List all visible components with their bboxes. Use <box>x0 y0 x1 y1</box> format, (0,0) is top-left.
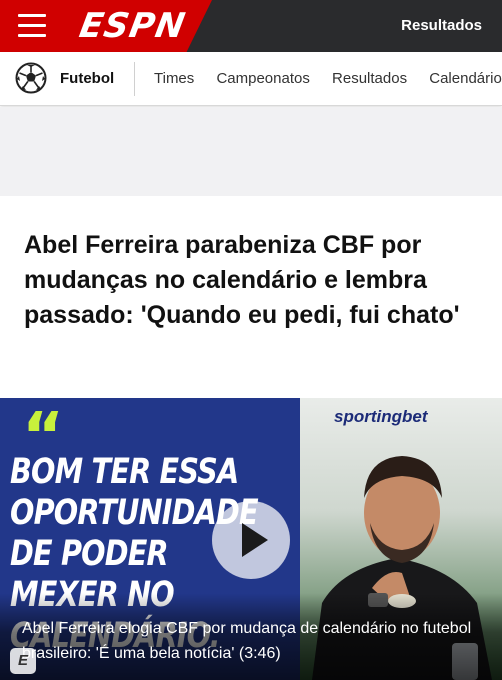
sport-label[interactable]: Futebol <box>60 70 114 87</box>
subnav-item-resultados[interactable]: Resultados <box>332 70 407 87</box>
logo-text: ESPN <box>76 6 189 46</box>
espn-badge-icon: E <box>10 648 36 674</box>
article-headline: Abel Ferreira parabeniza CBF por mudança… <box>24 231 460 329</box>
sport-subnav: Futebol Times Campeonatos Resultados Cal… <box>0 52 502 106</box>
soccer-ball-icon[interactable] <box>15 62 47 94</box>
play-icon[interactable] <box>212 501 290 579</box>
subnav-item-times[interactable]: Times <box>154 70 194 87</box>
ad-placeholder <box>0 107 502 196</box>
video-player[interactable]: sportingbet “ BOM TER ESSA OPORTUNIDADE … <box>0 398 502 680</box>
results-link[interactable]: Resultados <box>401 17 482 34</box>
subnav-items: Times Campeonatos Resultados Calendário <box>154 70 502 87</box>
video-caption[interactable]: Abel Ferreira elogia CBF por mudança de … <box>22 616 492 666</box>
subnav-item-campeonatos[interactable]: Campeonatos <box>216 70 309 87</box>
subnav-divider <box>134 62 135 96</box>
subnav-item-calendario[interactable]: Calendário <box>429 70 502 87</box>
menu-icon[interactable] <box>18 14 46 38</box>
top-bar: ESPN Resultados <box>0 0 502 52</box>
espn-logo[interactable]: ESPN <box>76 6 188 46</box>
